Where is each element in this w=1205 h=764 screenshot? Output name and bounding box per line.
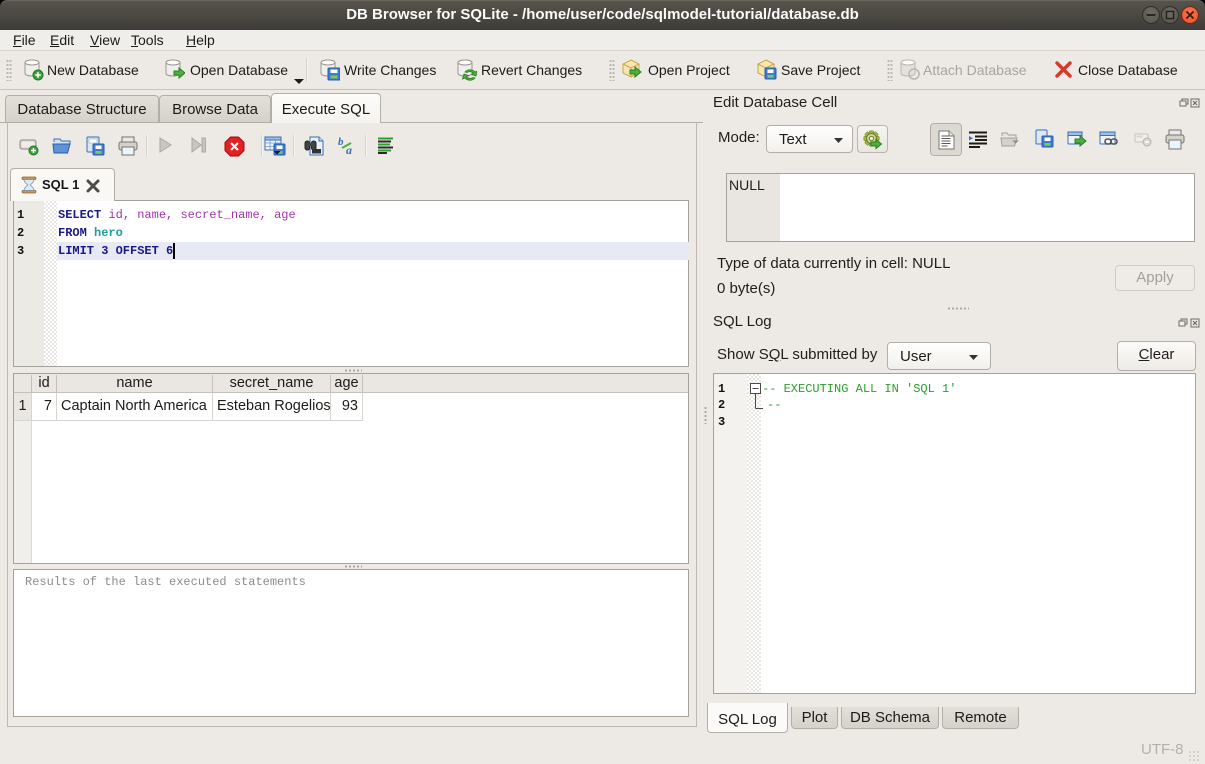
svg-text:b: b <box>338 136 344 148</box>
